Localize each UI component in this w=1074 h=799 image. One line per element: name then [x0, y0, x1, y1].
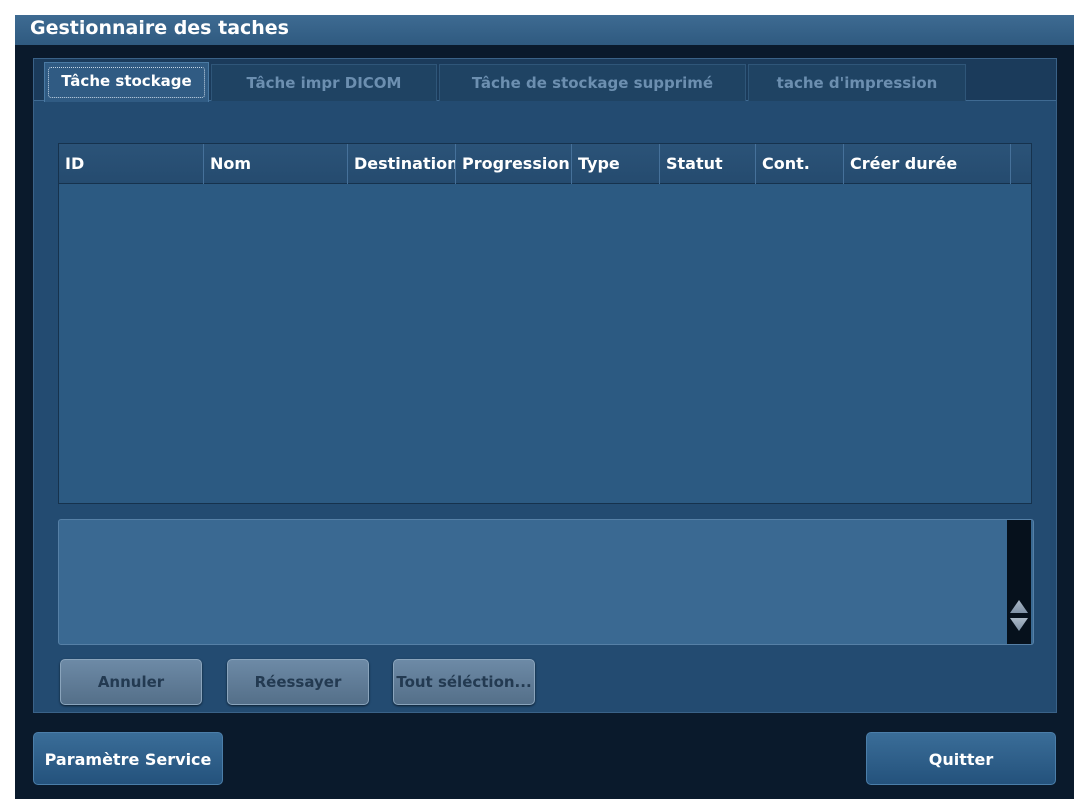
- column-header-name[interactable]: Nom: [204, 144, 348, 184]
- tab-label: tache d'impression: [776, 74, 938, 92]
- select-all-button[interactable]: Tout séléction...: [393, 659, 535, 705]
- cancel-button[interactable]: Annuler: [60, 659, 202, 705]
- column-header-progression[interactable]: Progression: [456, 144, 572, 184]
- detail-scrollbar[interactable]: [1007, 520, 1031, 644]
- column-header-id[interactable]: ID: [59, 144, 204, 184]
- service-settings-button[interactable]: Paramètre Service: [33, 732, 223, 785]
- table-header: ID Nom Destination Progression Type Stat…: [59, 144, 1031, 184]
- column-header-cont[interactable]: Cont.: [756, 144, 844, 184]
- window-title: Gestionnaire des taches: [30, 17, 289, 39]
- scroll-up-icon[interactable]: [1010, 600, 1028, 613]
- tab-print-task[interactable]: tache d'impression: [748, 64, 966, 101]
- retry-button[interactable]: Réessayer: [227, 659, 369, 705]
- tab-storage-task[interactable]: Tâche stockage: [44, 62, 209, 102]
- task-manager-window: Gestionnaire des taches Tâche stockage T…: [15, 15, 1074, 799]
- tasks-panel: Tâche stockage Tâche impr DICOM Tâche de…: [33, 58, 1057, 713]
- column-header-status[interactable]: Statut: [660, 144, 756, 184]
- tab-dicom-print-task[interactable]: Tâche impr DICOM: [211, 64, 437, 101]
- tab-label: Tâche stockage: [61, 72, 192, 90]
- scroll-down-icon[interactable]: [1010, 618, 1028, 631]
- tab-strip: Tâche stockage Tâche impr DICOM Tâche de…: [34, 59, 1056, 102]
- column-header-filler: [1011, 144, 1031, 184]
- title-bar: Gestionnaire des taches: [15, 15, 1074, 45]
- task-table: ID Nom Destination Progression Type Stat…: [58, 143, 1032, 504]
- column-header-created-duration[interactable]: Créer durée: [844, 144, 1011, 184]
- tab-deleted-storage-task[interactable]: Tâche de stockage supprimé: [439, 64, 746, 101]
- tab-label: Tâche impr DICOM: [246, 74, 402, 92]
- column-header-type[interactable]: Type: [572, 144, 660, 184]
- task-detail-box[interactable]: [58, 519, 1034, 645]
- quit-button[interactable]: Quitter: [866, 732, 1056, 785]
- column-header-destination[interactable]: Destination: [348, 144, 456, 184]
- tab-label: Tâche de stockage supprimé: [471, 74, 714, 92]
- table-body[interactable]: [59, 185, 1031, 503]
